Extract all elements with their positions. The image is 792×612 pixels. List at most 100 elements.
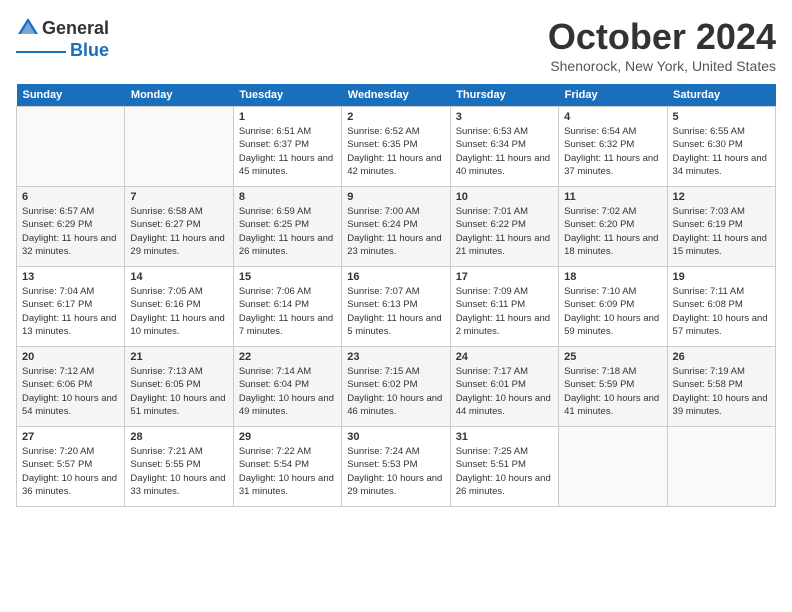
logo-blue: Blue [70, 40, 109, 61]
day-number: 21 [130, 351, 227, 363]
calendar-cell: 7Sunrise: 6:58 AMSunset: 6:27 PMDaylight… [125, 187, 233, 267]
calendar-week-row: 20 Sunrise: 7:12 AMSunset: 6:06 PMDayligh… [17, 347, 776, 427]
day-number: 23 [347, 351, 444, 363]
day-of-week-header: Tuesday [233, 84, 341, 107]
calendar-cell: 11 Sunrise: 7:02 AMSunset: 6:20 PMDayligh… [559, 187, 667, 267]
day-number: 27 [22, 431, 119, 443]
location: Shenorock, New York, United States [548, 58, 776, 74]
day-number: 11 [564, 191, 661, 203]
calendar-body: 1Sunrise: 6:51 AMSunset: 6:37 PMDaylight… [17, 107, 776, 507]
day-info: Sunrise: 7:19 AMSunset: 5:58 PMDaylight:… [673, 365, 770, 418]
day-info: Sunrise: 7:00 AMSunset: 6:24 PMDaylight:… [347, 205, 444, 258]
calendar-cell [125, 107, 233, 187]
day-number: 28 [130, 431, 227, 443]
calendar-cell: 14Sunrise: 7:05 AMSunset: 6:16 PMDayligh… [125, 267, 233, 347]
calendar-cell: 28 Sunrise: 7:21 AMSunset: 5:55 PMDayligh… [125, 427, 233, 507]
calendar-cell: 8Sunrise: 6:59 AMSunset: 6:25 PMDaylight… [233, 187, 341, 267]
calendar-week-row: 1Sunrise: 6:51 AMSunset: 6:37 PMDaylight… [17, 107, 776, 187]
day-info: Sunrise: 7:02 AMSunset: 6:20 PMDaylight:… [564, 205, 661, 258]
day-number: 16 [347, 271, 444, 283]
calendar-header-row: SundayMondayTuesdayWednesdayThursdayFrid… [17, 84, 776, 107]
day-info: Sunrise: 7:25 AMSunset: 5:51 PMDaylight:… [456, 445, 553, 498]
calendar-cell: 23 Sunrise: 7:15 AMSunset: 6:02 PMDayligh… [342, 347, 450, 427]
calendar-cell: 15 Sunrise: 7:06 AMSunset: 6:14 PMDayligh… [233, 267, 341, 347]
calendar-cell: 12Sunrise: 7:03 AMSunset: 6:19 PMDayligh… [667, 187, 775, 267]
day-number: 24 [456, 351, 553, 363]
day-number: 10 [456, 191, 553, 203]
day-info: Sunrise: 7:05 AMSunset: 6:16 PMDaylight:… [130, 285, 227, 338]
day-number: 6 [22, 191, 119, 203]
calendar-cell: 2Sunrise: 6:52 AMSunset: 6:35 PMDaylight… [342, 107, 450, 187]
day-number: 31 [456, 431, 553, 443]
day-info: Sunrise: 7:15 AMSunset: 6:02 PMDaylight:… [347, 365, 444, 418]
day-info: Sunrise: 7:09 AMSunset: 6:11 PMDaylight:… [456, 285, 553, 338]
day-number: 15 [239, 271, 336, 283]
calendar-cell: 26 Sunrise: 7:19 AMSunset: 5:58 PMDayligh… [667, 347, 775, 427]
day-number: 20 [22, 351, 119, 363]
month-title: October 2024 [548, 16, 776, 58]
calendar-week-row: 6 Sunrise: 6:57 AMSunset: 6:29 PMDaylight… [17, 187, 776, 267]
calendar-cell: 6 Sunrise: 6:57 AMSunset: 6:29 PMDaylight… [17, 187, 125, 267]
day-number: 2 [347, 111, 444, 123]
calendar-cell: 18Sunrise: 7:10 AMSunset: 6:09 PMDayligh… [559, 267, 667, 347]
day-info: Sunrise: 7:14 AMSunset: 6:04 PMDaylight:… [239, 365, 336, 418]
calendar-cell: 5 Sunrise: 6:55 AMSunset: 6:30 PMDaylight… [667, 107, 775, 187]
calendar-cell: 9 Sunrise: 7:00 AMSunset: 6:24 PMDaylight… [342, 187, 450, 267]
day-of-week-header: Friday [559, 84, 667, 107]
title-block: October 2024 Shenorock, New York, United… [548, 16, 776, 74]
day-info: Sunrise: 6:51 AMSunset: 6:37 PMDaylight:… [239, 125, 336, 178]
day-info: Sunrise: 7:21 AMSunset: 5:55 PMDaylight:… [130, 445, 227, 498]
day-info: Sunrise: 7:04 AMSunset: 6:17 PMDaylight:… [22, 285, 119, 338]
calendar-cell [17, 107, 125, 187]
calendar-cell [667, 427, 775, 507]
day-number: 5 [673, 111, 770, 123]
calendar-cell: 16 Sunrise: 7:07 AMSunset: 6:13 PMDayligh… [342, 267, 450, 347]
calendar-cell: 24 Sunrise: 7:17 AMSunset: 6:01 PMDayligh… [450, 347, 558, 427]
calendar-cell: 27Sunrise: 7:20 AMSunset: 5:57 PMDayligh… [17, 427, 125, 507]
day-number: 9 [347, 191, 444, 203]
page-header: General Blue October 2024 Shenorock, New… [16, 16, 776, 74]
calendar-cell: 31 Sunrise: 7:25 AMSunset: 5:51 PMDayligh… [450, 427, 558, 507]
calendar-cell: 17 Sunrise: 7:09 AMSunset: 6:11 PMDayligh… [450, 267, 558, 347]
day-info: Sunrise: 6:59 AMSunset: 6:25 PMDaylight:… [239, 205, 336, 258]
calendar-week-row: 27Sunrise: 7:20 AMSunset: 5:57 PMDayligh… [17, 427, 776, 507]
day-number: 4 [564, 111, 661, 123]
day-info: Sunrise: 7:01 AMSunset: 6:22 PMDaylight:… [456, 205, 553, 258]
calendar-cell: 30 Sunrise: 7:24 AMSunset: 5:53 PMDayligh… [342, 427, 450, 507]
logo: General Blue [16, 16, 109, 61]
day-info: Sunrise: 7:24 AMSunset: 5:53 PMDaylight:… [347, 445, 444, 498]
calendar-cell: 21 Sunrise: 7:13 AMSunset: 6:05 PMDayligh… [125, 347, 233, 427]
day-number: 30 [347, 431, 444, 443]
day-number: 19 [673, 271, 770, 283]
calendar-week-row: 13 Sunrise: 7:04 AMSunset: 6:17 PMDayligh… [17, 267, 776, 347]
day-info: Sunrise: 6:54 AMSunset: 6:32 PMDaylight:… [564, 125, 661, 178]
day-number: 18 [564, 271, 661, 283]
day-of-week-header: Thursday [450, 84, 558, 107]
calendar-cell: 19 Sunrise: 7:11 AMSunset: 6:08 PMDayligh… [667, 267, 775, 347]
logo-icon [16, 16, 40, 40]
day-info: Sunrise: 7:06 AMSunset: 6:14 PMDaylight:… [239, 285, 336, 338]
calendar-cell: 22Sunrise: 7:14 AMSunset: 6:04 PMDayligh… [233, 347, 341, 427]
day-info: Sunrise: 7:11 AMSunset: 6:08 PMDaylight:… [673, 285, 770, 338]
day-info: Sunrise: 7:07 AMSunset: 6:13 PMDaylight:… [347, 285, 444, 338]
day-info: Sunrise: 7:22 AMSunset: 5:54 PMDaylight:… [239, 445, 336, 498]
day-number: 25 [564, 351, 661, 363]
calendar-cell: 3Sunrise: 6:53 AMSunset: 6:34 PMDaylight… [450, 107, 558, 187]
calendar-cell: 4 Sunrise: 6:54 AMSunset: 6:32 PMDaylight… [559, 107, 667, 187]
calendar-table: SundayMondayTuesdayWednesdayThursdayFrid… [16, 84, 776, 507]
day-number: 13 [22, 271, 119, 283]
day-number: 26 [673, 351, 770, 363]
calendar-cell: 20 Sunrise: 7:12 AMSunset: 6:06 PMDayligh… [17, 347, 125, 427]
day-of-week-header: Sunday [17, 84, 125, 107]
logo-general: General [42, 18, 109, 39]
day-info: Sunrise: 7:13 AMSunset: 6:05 PMDaylight:… [130, 365, 227, 418]
day-info: Sunrise: 7:17 AMSunset: 6:01 PMDaylight:… [456, 365, 553, 418]
day-number: 3 [456, 111, 553, 123]
calendar-cell: 13 Sunrise: 7:04 AMSunset: 6:17 PMDayligh… [17, 267, 125, 347]
day-info: Sunrise: 7:12 AMSunset: 6:06 PMDaylight:… [22, 365, 119, 418]
day-info: Sunrise: 7:18 AMSunset: 5:59 PMDaylight:… [564, 365, 661, 418]
day-info: Sunrise: 6:57 AMSunset: 6:29 PMDaylight:… [22, 205, 119, 258]
day-number: 12 [673, 191, 770, 203]
day-number: 17 [456, 271, 553, 283]
day-info: Sunrise: 6:55 AMSunset: 6:30 PMDaylight:… [673, 125, 770, 178]
